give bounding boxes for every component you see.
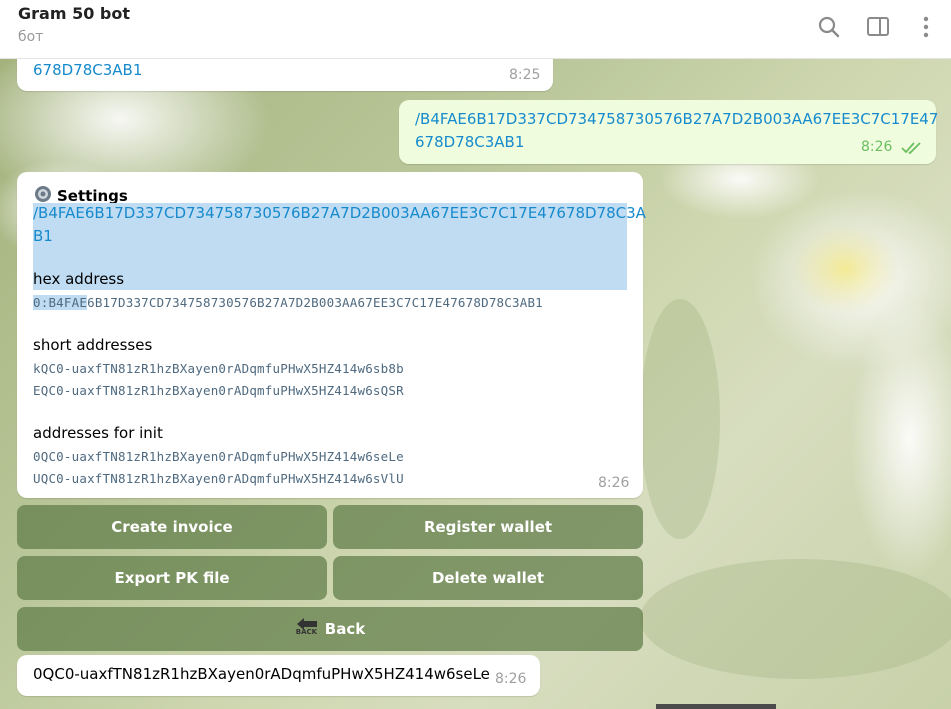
hex-address-label: hex address [33, 270, 125, 288]
message-bubble-outgoing[interactable]: /B4FAE6B17D337CD734758730576B27A7D2B003A… [399, 100, 938, 164]
double-check-icon [901, 142, 921, 155]
hex-address-rest: 6B17D337CD734758730576B27A7D2B003AA67EE3… [87, 295, 543, 310]
message-time: 8:25 [509, 67, 541, 83]
back-button-label: Back [324, 620, 366, 638]
hex-address-selected: 0:B4FAE [33, 295, 88, 310]
init-address-2[interactable]: UQC0-uaxfTN81zR1hzBXayen0rADqmfuPHwX5HZ4… [33, 471, 404, 486]
message-time: 8:26 [598, 475, 630, 491]
message-text[interactable]: 678D78C3AB1 [33, 61, 142, 79]
message-time: 8:26 [861, 139, 893, 155]
short-address-1[interactable]: kQC0-uaxfTN81zR1hzBXayen0rADqmfuPHwX5HZ4… [33, 361, 404, 376]
settings-title-row: Settings [33, 181, 128, 205]
search-icon[interactable] [816, 14, 842, 40]
hex-address-value[interactable]: 0:B4FAE6B17D337CD734758730576B27A7D2B003… [33, 295, 543, 310]
chat-subtitle: бот [18, 29, 44, 45]
back-icon-text: BACK [295, 627, 318, 636]
chat-title[interactable]: Gram 50 bot [18, 4, 130, 23]
settings-command-line2[interactable]: B1 [33, 227, 53, 245]
message-text[interactable]: 0QC0-uaxfTN81zR1hzBXayen0rADqmfuPHwX5HZ4… [33, 665, 490, 683]
message-time: 8:26 [495, 671, 527, 687]
short-addresses-label: short addresses [33, 336, 153, 354]
short-address-2[interactable]: EQC0-uaxfTN81zR1hzBXayen0rADqmfuPHwX5HZ4… [33, 383, 404, 398]
export-pk-file-button[interactable]: Export PK file [17, 556, 327, 600]
settings-command-line1[interactable]: /B4FAE6B17D337CD734758730576B27A7D2B003A… [33, 204, 646, 222]
more-vertical-icon[interactable] [913, 14, 939, 40]
chat-header: Gram 50 bot бот [0, 0, 951, 59]
settings-message[interactable]: Settings /B4FAE6B17D337CD734758730576B27… [17, 172, 646, 498]
message-text-line1[interactable]: /B4FAE6B17D337CD734758730576B27A7D2B003A… [415, 110, 938, 128]
init-address-1[interactable]: 0QC0-uaxfTN81zR1hzBXayen0rADqmfuPHwX5HZ4… [33, 449, 404, 464]
message-bubble-incoming[interactable]: 678D78C3AB1 8:25 [17, 59, 553, 91]
chat-area[interactable]: 678D78C3AB1 8:25 /B4FAE6B17D337CD7347587… [0, 59, 951, 709]
back-arrow-icon: BACK [295, 617, 319, 640]
register-wallet-button[interactable]: Register wallet [333, 505, 643, 549]
delete-wallet-button[interactable]: Delete wallet [333, 556, 643, 600]
message-bubble-incoming[interactable]: 0QC0-uaxfTN81zR1hzBXayen0rADqmfuPHwX5HZ4… [17, 655, 540, 696]
back-button[interactable]: BACK Back [17, 607, 643, 651]
init-addresses-label: addresses for init [33, 424, 163, 442]
message-text-line2[interactable]: 678D78C3AB1 [415, 133, 524, 151]
create-invoice-button[interactable]: Create invoice [17, 505, 327, 549]
gear-icon [35, 186, 51, 202]
sidebar-toggle-icon[interactable] [865, 14, 891, 40]
